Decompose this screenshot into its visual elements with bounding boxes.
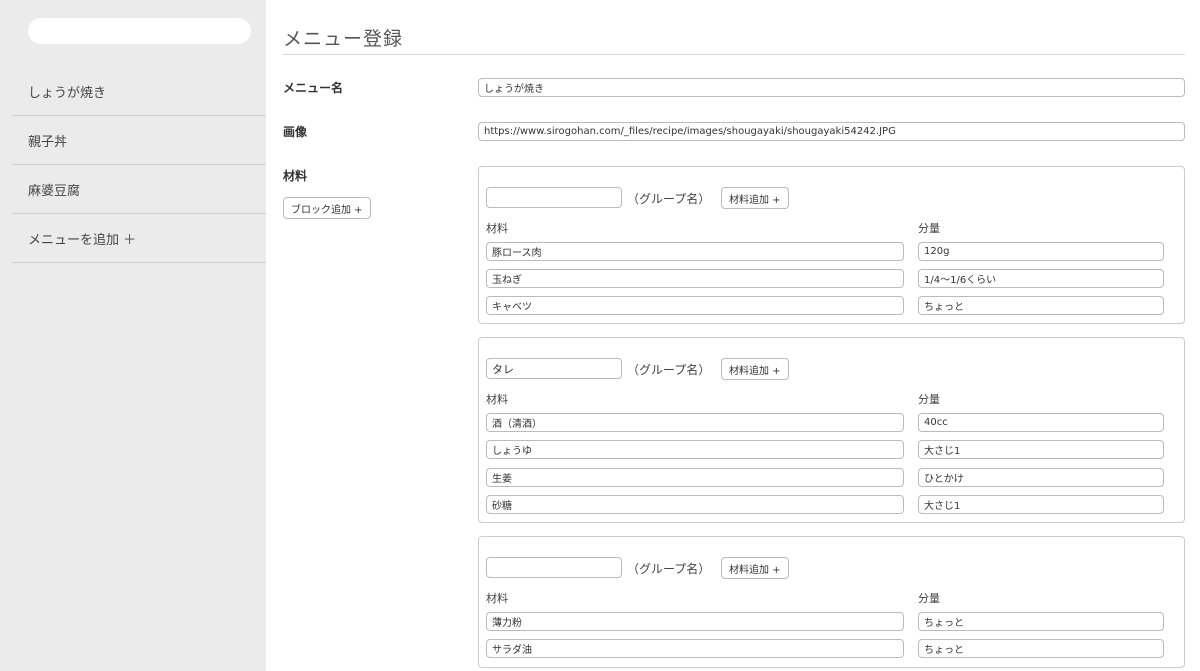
search-input[interactable] xyxy=(28,18,251,44)
menu-name-input[interactable] xyxy=(478,78,1185,97)
page-title: メニュー登録 xyxy=(283,28,404,50)
ingredient-column-header: 材料 xyxy=(486,592,508,605)
ingredient-qty-input[interactable] xyxy=(918,440,1164,459)
group-name-input[interactable] xyxy=(486,557,622,578)
group-name-input[interactable] xyxy=(486,358,622,379)
add-ingredient-button[interactable]: 材料追加 + xyxy=(721,358,789,380)
ingredient-qty-input[interactable] xyxy=(918,639,1164,658)
ingredient-block-1: （グループ名） 材料追加 + 材料 分量 xyxy=(478,166,1185,324)
ingredient-qty-input[interactable] xyxy=(918,269,1164,288)
quantity-column-header: 分量 xyxy=(918,222,940,235)
ingredient-name-input[interactable] xyxy=(486,612,904,631)
ingredient-name-input[interactable] xyxy=(486,296,904,315)
ingredient-block-3: （グループ名） 材料追加 + 材料 分量 xyxy=(478,536,1185,668)
group-name-label: （グループ名） xyxy=(627,562,711,576)
ingredient-qty-input[interactable] xyxy=(918,612,1164,631)
group-name-label: （グループ名） xyxy=(627,192,711,206)
add-ingredient-button[interactable]: 材料追加 + xyxy=(721,557,789,579)
group-name-input[interactable] xyxy=(486,187,622,208)
ingredient-qty-input[interactable] xyxy=(918,468,1164,487)
image-url-input[interactable] xyxy=(478,122,1185,141)
image-label: 画像 xyxy=(283,125,308,139)
ingredient-qty-input[interactable] xyxy=(918,495,1164,514)
title-divider xyxy=(283,54,1185,55)
ingredient-qty-input[interactable] xyxy=(918,296,1164,315)
main-content: メニュー登録 メニュー名 画像 材料 ブロック追加 + （グループ名） 材料追加… xyxy=(283,0,1186,671)
quantity-column-header: 分量 xyxy=(918,592,940,605)
quantity-column-header: 分量 xyxy=(918,393,940,406)
group-name-label: （グループ名） xyxy=(627,363,711,377)
ingredient-column-header: 材料 xyxy=(486,222,508,235)
ingredient-column-header: 材料 xyxy=(486,393,508,406)
add-menu-button[interactable]: メニューを追加 ＋ xyxy=(12,214,266,263)
sidebar-item-shougayaki[interactable]: しょうが焼き xyxy=(12,67,266,116)
ingredient-name-input[interactable] xyxy=(486,242,904,261)
menu-list: しょうが焼き 親子丼 麻婆豆腐 メニューを追加 ＋ xyxy=(12,67,266,263)
ingredient-qty-input[interactable] xyxy=(918,413,1164,432)
ingredient-block-2: （グループ名） 材料追加 + 材料 分量 xyxy=(478,337,1185,523)
ingredient-qty-input[interactable] xyxy=(918,242,1164,261)
ingredient-name-input[interactable] xyxy=(486,413,904,432)
ingredient-name-input[interactable] xyxy=(486,440,904,459)
menu-name-label: メニュー名 xyxy=(283,81,344,95)
sidebar-item-oyakodon[interactable]: 親子丼 xyxy=(12,116,266,165)
sidebar-item-mapo-tofu[interactable]: 麻婆豆腐 xyxy=(12,165,266,214)
ingredient-name-input[interactable] xyxy=(486,495,904,514)
ingredient-name-input[interactable] xyxy=(486,639,904,658)
ingredient-name-input[interactable] xyxy=(486,468,904,487)
sidebar: しょうが焼き 親子丼 麻婆豆腐 メニューを追加 ＋ xyxy=(0,0,266,671)
add-ingredient-button[interactable]: 材料追加 + xyxy=(721,187,789,209)
ingredient-name-input[interactable] xyxy=(486,269,904,288)
ingredients-label: 材料 xyxy=(283,169,308,183)
add-block-button[interactable]: ブロック追加 + xyxy=(283,197,371,219)
